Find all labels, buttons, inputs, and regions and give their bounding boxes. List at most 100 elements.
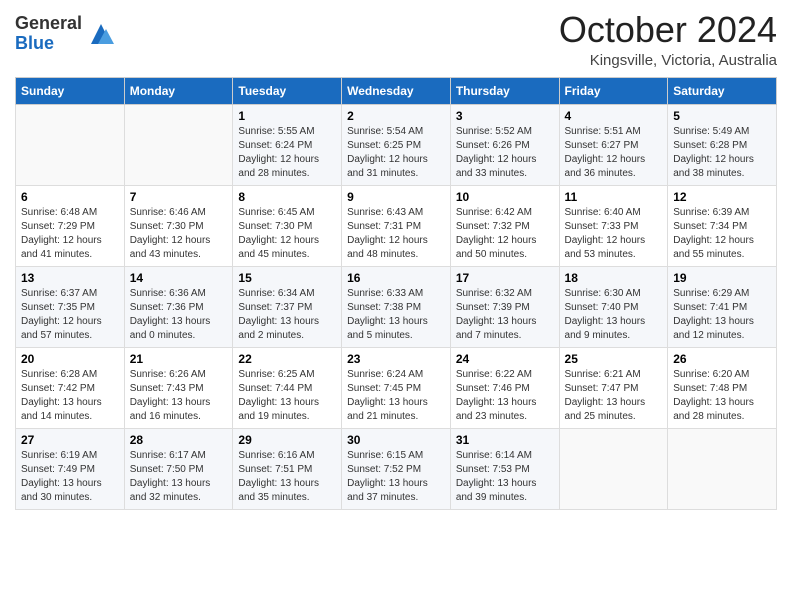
day-info: Sunrise: 6:33 AMSunset: 7:38 PMDaylight:… [347, 287, 445, 343]
day-info: Sunrise: 6:24 AMSunset: 7:45 PMDaylight:… [347, 368, 445, 424]
day-info: Sunrise: 5:55 AMSunset: 6:24 PMDaylight:… [238, 125, 336, 181]
calendar-week-3: 13Sunrise: 6:37 AMSunset: 7:35 PMDayligh… [16, 266, 777, 347]
calendar-cell: 30 Sunrise: 6:15 AMSunset: 7:52 PMDayligh… [342, 428, 451, 509]
calendar-week-4: 20Sunrise: 6:28 AMSunset: 7:42 PMDayligh… [16, 347, 777, 428]
calendar-table: SundayMondayTuesdayWednesdayThursdayFrid… [15, 77, 777, 510]
day-number: 11 [565, 190, 663, 204]
day-info: Sunrise: 6:26 AMSunset: 7:43 PMDaylight:… [130, 368, 228, 424]
weekday-header-sunday: Sunday [16, 77, 125, 104]
day-number: 12 [673, 190, 771, 204]
day-info: Sunrise: 6:42 AMSunset: 7:32 PMDaylight:… [456, 206, 554, 262]
calendar-week-2: 6 Sunrise: 6:48 AMSunset: 7:29 PMDaylight… [16, 185, 777, 266]
day-number: 1 [238, 109, 336, 123]
day-number: 31 [456, 433, 554, 447]
day-info: Sunrise: 6:48 AMSunset: 7:29 PMDaylight:… [21, 206, 119, 262]
day-info: Sunrise: 5:49 AMSunset: 6:28 PMDaylight:… [673, 125, 771, 181]
day-number: 3 [456, 109, 554, 123]
weekday-header-saturday: Saturday [668, 77, 777, 104]
day-number: 4 [565, 109, 663, 123]
calendar-cell: 1 Sunrise: 5:55 AMSunset: 6:24 PMDaylight… [233, 104, 342, 185]
weekday-header-wednesday: Wednesday [342, 77, 451, 104]
calendar-cell: 12 Sunrise: 6:39 AMSunset: 7:34 PMDayligh… [668, 185, 777, 266]
title-section: October 2024 Kingsville, Victoria, Austr… [559, 10, 777, 69]
calendar-cell: 16 Sunrise: 6:33 AMSunset: 7:38 PMDayligh… [342, 266, 451, 347]
calendar-cell [668, 428, 777, 509]
day-info: Sunrise: 6:46 AMSunset: 7:30 PMDaylight:… [130, 206, 228, 262]
day-info: Sunrise: 6:21 AMSunset: 7:47 PMDaylight:… [565, 368, 663, 424]
calendar-cell: 25 Sunrise: 6:21 AMSunset: 7:47 PMDayligh… [559, 347, 668, 428]
day-number: 5 [673, 109, 771, 123]
day-info: Sunrise: 6:19 AMSunset: 7:49 PMDaylight:… [21, 449, 119, 505]
calendar-cell: 2 Sunrise: 5:54 AMSunset: 6:25 PMDaylight… [342, 104, 451, 185]
day-number: 19 [673, 271, 771, 285]
calendar-cell: 14Sunrise: 6:36 AMSunset: 7:36 PMDayligh… [124, 266, 233, 347]
day-number: 17 [456, 271, 554, 285]
calendar-header: SundayMondayTuesdayWednesdayThursdayFrid… [16, 77, 777, 104]
calendar-cell: 31Sunrise: 6:14 AMSunset: 7:53 PMDayligh… [450, 428, 559, 509]
day-info: Sunrise: 6:43 AMSunset: 7:31 PMDaylight:… [347, 206, 445, 262]
day-info: Sunrise: 6:20 AMSunset: 7:48 PMDaylight:… [673, 368, 771, 424]
day-info: Sunrise: 6:40 AMSunset: 7:33 PMDaylight:… [565, 206, 663, 262]
day-info: Sunrise: 5:51 AMSunset: 6:27 PMDaylight:… [565, 125, 663, 181]
day-number: 7 [130, 190, 228, 204]
day-number: 10 [456, 190, 554, 204]
day-number: 21 [130, 352, 228, 366]
calendar-cell: 22Sunrise: 6:25 AMSunset: 7:44 PMDayligh… [233, 347, 342, 428]
day-info: Sunrise: 6:36 AMSunset: 7:36 PMDaylight:… [130, 287, 228, 343]
calendar-cell: 11 Sunrise: 6:40 AMSunset: 7:33 PMDayligh… [559, 185, 668, 266]
calendar-cell: 28Sunrise: 6:17 AMSunset: 7:50 PMDayligh… [124, 428, 233, 509]
day-number: 2 [347, 109, 445, 123]
day-info: Sunrise: 6:34 AMSunset: 7:37 PMDaylight:… [238, 287, 336, 343]
day-info: Sunrise: 6:17 AMSunset: 7:50 PMDaylight:… [130, 449, 228, 505]
day-info: Sunrise: 6:39 AMSunset: 7:34 PMDaylight:… [673, 206, 771, 262]
calendar-cell: 23 Sunrise: 6:24 AMSunset: 7:45 PMDayligh… [342, 347, 451, 428]
calendar-cell [559, 428, 668, 509]
day-number: 24 [456, 352, 554, 366]
calendar-cell: 9Sunrise: 6:43 AMSunset: 7:31 PMDaylight… [342, 185, 451, 266]
day-number: 8 [238, 190, 336, 204]
calendar-cell [124, 104, 233, 185]
weekday-header-tuesday: Tuesday [233, 77, 342, 104]
logo-text: General Blue [15, 14, 82, 54]
day-number: 22 [238, 352, 336, 366]
calendar-cell: 8Sunrise: 6:45 AMSunset: 7:30 PMDaylight… [233, 185, 342, 266]
logo-blue: Blue [15, 34, 82, 54]
calendar-cell: 27Sunrise: 6:19 AMSunset: 7:49 PMDayligh… [16, 428, 125, 509]
calendar-cell: 19Sunrise: 6:29 AMSunset: 7:41 PMDayligh… [668, 266, 777, 347]
calendar-cell: 4 Sunrise: 5:51 AMSunset: 6:27 PMDaylight… [559, 104, 668, 185]
day-number: 23 [347, 352, 445, 366]
calendar-body: 1 Sunrise: 5:55 AMSunset: 6:24 PMDaylight… [16, 104, 777, 509]
day-number: 15 [238, 271, 336, 285]
page: General Blue October 2024 Kingsville, Vi… [0, 0, 792, 612]
calendar-cell: 6 Sunrise: 6:48 AMSunset: 7:29 PMDaylight… [16, 185, 125, 266]
day-number: 16 [347, 271, 445, 285]
day-info: Sunrise: 6:16 AMSunset: 7:51 PMDaylight:… [238, 449, 336, 505]
day-number: 25 [565, 352, 663, 366]
weekday-header-friday: Friday [559, 77, 668, 104]
calendar-cell: 17 Sunrise: 6:32 AMSunset: 7:39 PMDayligh… [450, 266, 559, 347]
calendar-cell: 15 Sunrise: 6:34 AMSunset: 7:37 PMDayligh… [233, 266, 342, 347]
calendar-cell: 21 Sunrise: 6:26 AMSunset: 7:43 PMDayligh… [124, 347, 233, 428]
day-info: Sunrise: 6:32 AMSunset: 7:39 PMDaylight:… [456, 287, 554, 343]
day-info: Sunrise: 6:28 AMSunset: 7:42 PMDaylight:… [21, 368, 119, 424]
calendar-cell: 13Sunrise: 6:37 AMSunset: 7:35 PMDayligh… [16, 266, 125, 347]
location: Kingsville, Victoria, Australia [559, 52, 777, 69]
calendar-cell: 29Sunrise: 6:16 AMSunset: 7:51 PMDayligh… [233, 428, 342, 509]
day-info: Sunrise: 6:15 AMSunset: 7:52 PMDaylight:… [347, 449, 445, 505]
calendar-cell: 20Sunrise: 6:28 AMSunset: 7:42 PMDayligh… [16, 347, 125, 428]
day-info: Sunrise: 5:54 AMSunset: 6:25 PMDaylight:… [347, 125, 445, 181]
weekday-header-thursday: Thursday [450, 77, 559, 104]
day-info: Sunrise: 6:37 AMSunset: 7:35 PMDaylight:… [21, 287, 119, 343]
logo-general: General [15, 14, 82, 34]
logo: General Blue [15, 14, 116, 54]
day-number: 6 [21, 190, 119, 204]
calendar-cell: 18Sunrise: 6:30 AMSunset: 7:40 PMDayligh… [559, 266, 668, 347]
day-number: 30 [347, 433, 445, 447]
calendar-cell: 10 Sunrise: 6:42 AMSunset: 7:32 PMDayligh… [450, 185, 559, 266]
header: General Blue October 2024 Kingsville, Vi… [15, 10, 777, 69]
weekday-header-row: SundayMondayTuesdayWednesdayThursdayFrid… [16, 77, 777, 104]
month-title: October 2024 [559, 10, 777, 50]
calendar-cell: 3 Sunrise: 5:52 AMSunset: 6:26 PMDaylight… [450, 104, 559, 185]
day-info: Sunrise: 5:52 AMSunset: 6:26 PMDaylight:… [456, 125, 554, 181]
logo-icon [86, 19, 116, 49]
